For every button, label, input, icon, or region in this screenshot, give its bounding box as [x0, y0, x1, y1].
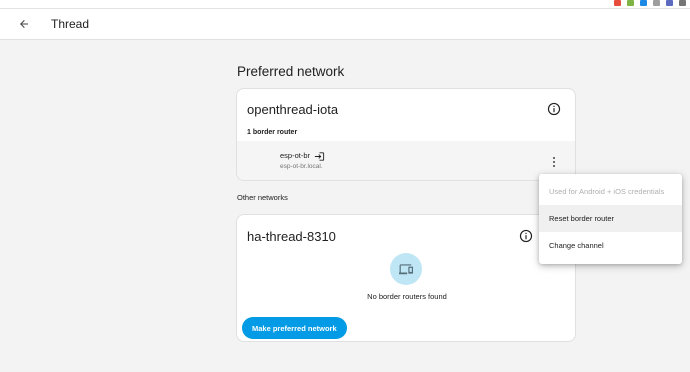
- router-name: esp-ot-br: [280, 151, 311, 160]
- make-preferred-network-button[interactable]: Make preferred network: [242, 317, 347, 339]
- extension-icon[interactable]: [653, 0, 660, 6]
- other-network-name: ha-thread-8310: [247, 229, 336, 244]
- preferred-network-name: openthread-iota: [247, 102, 339, 117]
- menu-item-change-channel[interactable]: Change channel: [539, 232, 682, 259]
- page-title: Thread: [51, 17, 90, 31]
- extension-icon[interactable]: [666, 0, 673, 6]
- extension-icon[interactable]: [614, 0, 621, 6]
- app-header: Thread: [0, 9, 690, 40]
- router-actions-menu: Used for Android + iOS credentials Reset…: [539, 174, 682, 264]
- other-networks-heading: Other networks: [237, 193, 288, 202]
- menu-item-credentials: Used for Android + iOS credentials: [549, 187, 665, 196]
- browser-extension-icons: [614, 0, 686, 9]
- browser-toolbar-strip: [0, 0, 690, 9]
- extension-icon[interactable]: [627, 0, 634, 6]
- other-network-card: ha-thread-8310 No border routers found M…: [236, 214, 576, 342]
- back-arrow-icon[interactable]: [16, 16, 32, 32]
- extension-icon[interactable]: [640, 0, 647, 6]
- border-router-count: 1 border router: [247, 129, 298, 136]
- info-icon[interactable]: [547, 102, 561, 116]
- login-icon[interactable]: [314, 149, 325, 161]
- preferred-network-card: openthread-iota 1 border router esp-ot-b…: [236, 88, 576, 181]
- more-vert-icon[interactable]: [549, 155, 559, 169]
- extension-icon[interactable]: [679, 0, 686, 6]
- no-border-routers-text: No border routers found: [367, 292, 447, 301]
- router-hostname: esp-ot-br.local.: [280, 163, 323, 170]
- menu-item-reset-border-router[interactable]: Reset border router: [539, 205, 682, 232]
- info-icon[interactable]: [519, 229, 533, 243]
- preferred-network-heading: Preferred network: [237, 64, 345, 79]
- devices-icon: [390, 253, 422, 285]
- border-router-row: esp-ot-br esp-ot-br.local.: [237, 141, 575, 180]
